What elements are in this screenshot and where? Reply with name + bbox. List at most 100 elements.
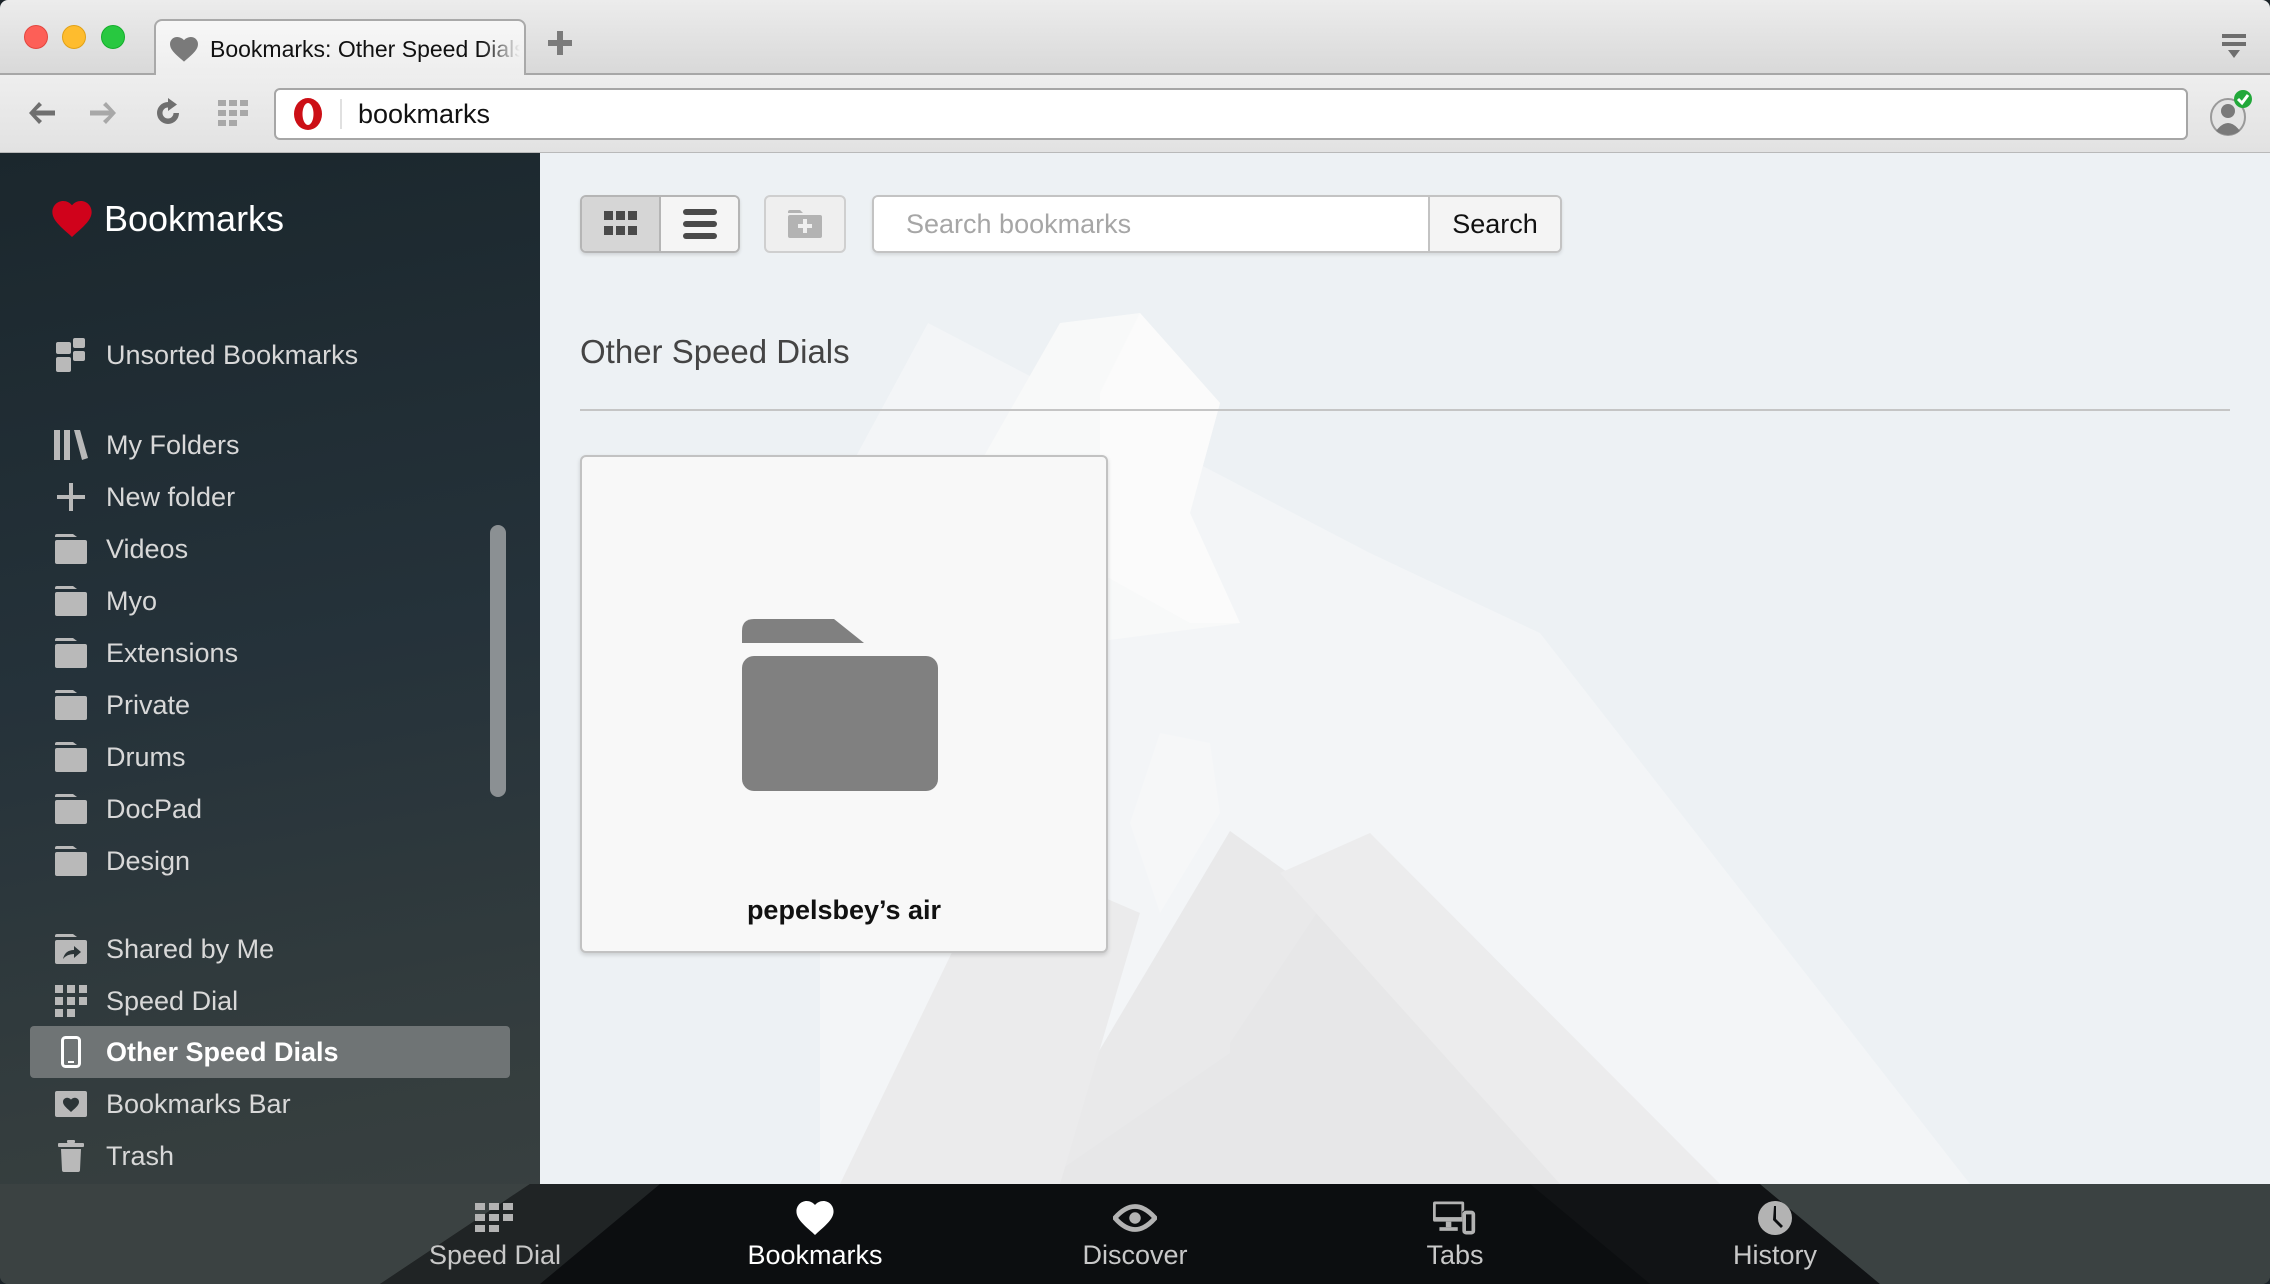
bottom-nav-label: Tabs bbox=[1426, 1240, 1484, 1270]
address-text[interactable]: bookmarks bbox=[358, 99, 490, 130]
unsorted-icon bbox=[56, 338, 85, 372]
list-view-button[interactable] bbox=[661, 197, 738, 251]
sidebar-item-bookmarks-bar[interactable]: Bookmarks Bar bbox=[30, 1078, 510, 1130]
bottom-nav-bookmarks[interactable]: Bookmarks bbox=[705, 1184, 925, 1284]
heart-icon bbox=[796, 1201, 834, 1235]
grid-icon bbox=[218, 100, 248, 126]
sidebar-item-label: Bookmarks Bar bbox=[106, 1088, 291, 1119]
sidebar-title: Bookmarks bbox=[104, 198, 285, 239]
bottom-navigation: Speed Dial Bookmarks Discover Tabs Histo… bbox=[0, 1184, 2270, 1284]
bookmarks-bar-icon bbox=[55, 1091, 87, 1117]
back-button[interactable] bbox=[24, 95, 60, 131]
sidebar-item-design[interactable]: Design bbox=[30, 835, 510, 887]
sidebar-item-drums[interactable]: Drums bbox=[30, 731, 510, 783]
sidebar-item-label: Extensions bbox=[106, 637, 239, 668]
sidebar-item-shared-by-me[interactable]: Shared by Me bbox=[30, 923, 510, 975]
sidebar-item-label: Speed Dial bbox=[106, 985, 239, 1016]
heart-icon bbox=[170, 37, 198, 62]
search-input[interactable] bbox=[874, 197, 1428, 251]
arrow-right-icon bbox=[90, 102, 116, 124]
eye-icon bbox=[1113, 1204, 1157, 1232]
bottom-nav-label: History bbox=[1732, 1240, 1817, 1270]
new-folder-button[interactable] bbox=[764, 195, 846, 253]
sidebar-item-label: Design bbox=[106, 845, 191, 876]
folder-icon bbox=[55, 534, 87, 564]
sidebar-item-trash[interactable]: Trash bbox=[30, 1130, 510, 1182]
grid-view-button[interactable] bbox=[582, 197, 661, 251]
search-button[interactable]: Search bbox=[1428, 197, 1560, 251]
sidebar-item-label: Private bbox=[106, 689, 191, 720]
close-window-button[interactable] bbox=[24, 25, 48, 49]
bottom-nav-label: Discover bbox=[1082, 1240, 1188, 1270]
bottom-nav-label: Speed Dial bbox=[428, 1240, 562, 1270]
sidebar-brand: Bookmarks bbox=[52, 198, 284, 240]
sidebar-item-speed-dial[interactable]: Speed Dial bbox=[30, 975, 510, 1027]
section-title: Other Speed Dials bbox=[580, 333, 850, 370]
search-form: Search bbox=[872, 195, 1562, 253]
grid-view-icon bbox=[603, 211, 637, 235]
forward-button[interactable] bbox=[85, 95, 121, 131]
sidebar-item-label: Trash bbox=[106, 1140, 175, 1171]
sidebar-item-private[interactable]: Private bbox=[30, 679, 510, 731]
speed-dial-icon bbox=[475, 1203, 513, 1232]
sidebar-scrollbar[interactable] bbox=[490, 525, 506, 797]
bookmark-tile[interactable]: pepelsbey’s air bbox=[580, 455, 1108, 953]
opera-logo-icon bbox=[294, 98, 322, 130]
folder-icon bbox=[55, 794, 87, 824]
bookmarks-content: Search Other Speed Dials pepelsbey’s air bbox=[540, 153, 2270, 1184]
sidebar-item-extensions[interactable]: Extensions bbox=[30, 627, 510, 679]
sidebar-item-my-folders[interactable]: My Folders bbox=[30, 419, 510, 471]
trash-icon bbox=[58, 1140, 84, 1172]
plus-icon bbox=[57, 483, 85, 511]
folder-icon bbox=[742, 619, 938, 791]
speed-dial-button[interactable] bbox=[215, 95, 251, 131]
clock-icon bbox=[1758, 1201, 1792, 1235]
title-bar: Bookmarks: Other Speed Dials bbox=[0, 0, 2270, 77]
tab-bookmarks[interactable]: Bookmarks: Other Speed Dials bbox=[154, 19, 526, 77]
reload-button[interactable] bbox=[150, 95, 186, 131]
tab-menu-icon[interactable] bbox=[2220, 32, 2248, 60]
sidebar-item-label: DocPad bbox=[106, 793, 203, 824]
sidebar-item-label: Myo bbox=[106, 585, 158, 616]
reload-icon bbox=[157, 98, 179, 124]
profile-sync-icon[interactable] bbox=[2208, 89, 2254, 137]
list-view-icon bbox=[682, 209, 717, 239]
tab-title: Bookmarks: Other Speed Dials bbox=[210, 35, 520, 62]
bottom-nav-history[interactable]: History bbox=[1665, 1184, 1885, 1284]
zoom-window-button[interactable] bbox=[101, 25, 125, 49]
plus-icon[interactable] bbox=[545, 28, 575, 58]
sidebar-item-label: My Folders bbox=[106, 429, 240, 460]
sidebar-item-myo[interactable]: Myo bbox=[30, 575, 510, 627]
sidebar-item-label: Videos bbox=[106, 533, 189, 564]
sidebar-item-new-folder[interactable]: New folder bbox=[30, 471, 510, 523]
sidebar-item-label: Shared by Me bbox=[106, 933, 275, 964]
heart-icon bbox=[52, 201, 92, 237]
sidebar-item-unsorted-bookmarks[interactable]: Unsorted Bookmarks bbox=[30, 329, 510, 381]
bottom-nav-tabs[interactable]: Tabs bbox=[1345, 1184, 1565, 1284]
browser-toolbar: bookmarks bbox=[0, 75, 2270, 153]
bookmarks-sidebar: Bookmarks Unsorted Bookmarks My Folders … bbox=[0, 153, 540, 1284]
sidebar-item-videos[interactable]: Videos bbox=[30, 523, 510, 575]
sidebar-item-other-speed-dials[interactable]: Other Speed Dials bbox=[30, 1026, 510, 1078]
view-mode-toggle bbox=[580, 195, 740, 253]
devices-icon bbox=[1433, 1201, 1476, 1235]
speed-dial-icon bbox=[55, 985, 87, 1017]
sidebar-item-label: Other Speed Dials bbox=[106, 1036, 339, 1067]
folder-icon bbox=[55, 846, 87, 876]
address-separator bbox=[340, 99, 342, 129]
arrow-left-icon bbox=[29, 102, 55, 124]
folder-icon bbox=[55, 586, 87, 616]
bottom-nav-speed-dial[interactable]: Speed Dial bbox=[385, 1184, 605, 1284]
bottom-nav-discover[interactable]: Discover bbox=[1025, 1184, 1245, 1284]
sidebar-item-label: Unsorted Bookmarks bbox=[106, 339, 359, 370]
minimize-window-button[interactable] bbox=[62, 25, 86, 49]
sidebar-item-label: New folder bbox=[106, 481, 236, 512]
sidebar-item-label: Drums bbox=[106, 741, 186, 772]
bottom-nav-label: Bookmarks bbox=[747, 1240, 883, 1270]
sidebar-item-docpad[interactable]: DocPad bbox=[30, 783, 510, 835]
phone-icon bbox=[61, 1036, 81, 1068]
library-icon bbox=[54, 430, 88, 460]
address-bar[interactable]: bookmarks bbox=[274, 88, 2188, 140]
shared-folder-icon bbox=[55, 934, 87, 964]
folder-icon bbox=[55, 638, 87, 668]
